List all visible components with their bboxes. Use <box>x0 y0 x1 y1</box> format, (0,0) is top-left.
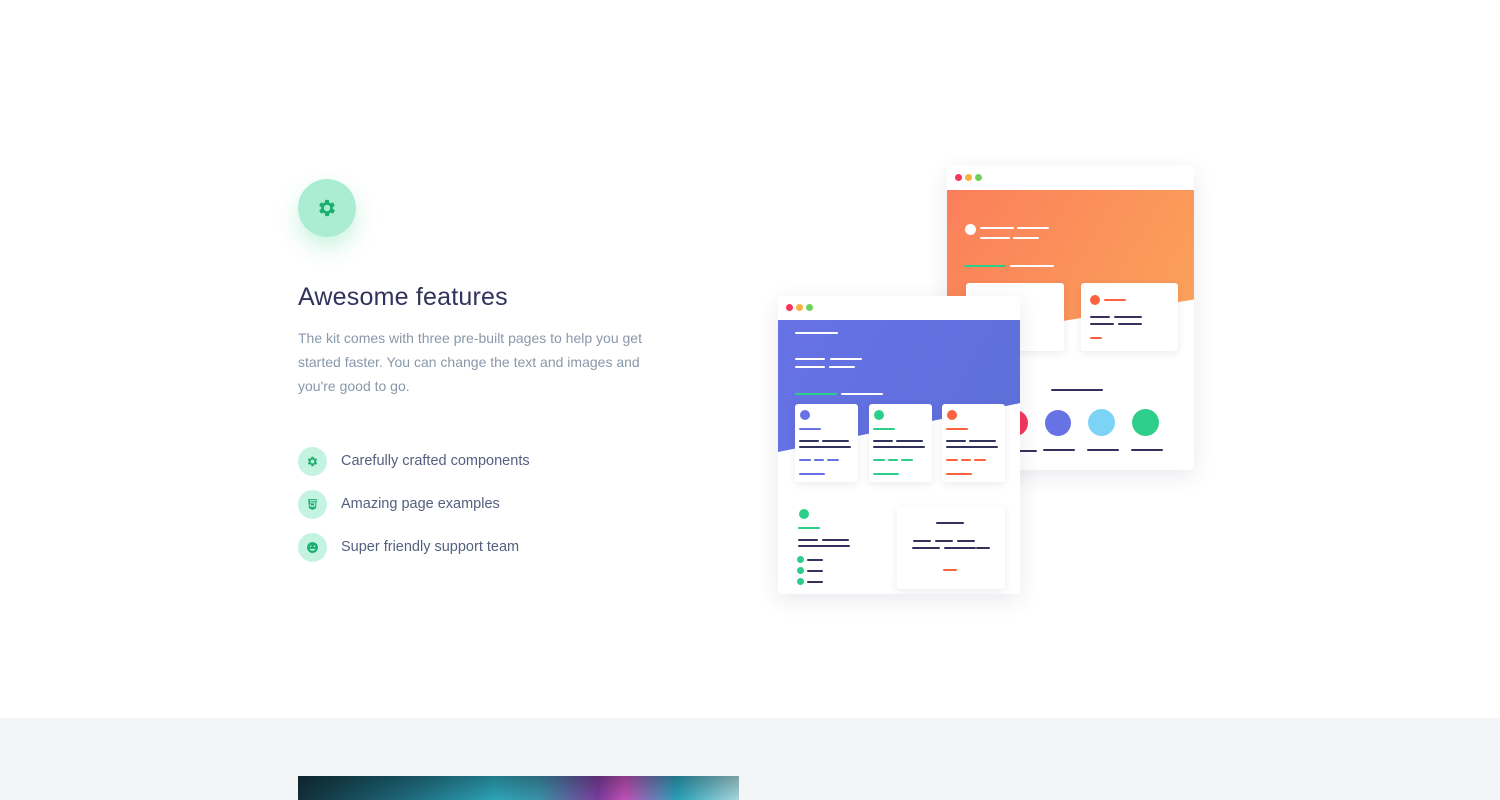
gear-icon <box>298 446 327 476</box>
section-image <box>298 776 739 800</box>
section-title: Awesome features <box>298 283 508 311</box>
next-section <box>0 718 1500 800</box>
list-item-label: Super friendly support team <box>341 539 520 555</box>
list-item: Carefully crafted components <box>298 446 530 476</box>
html5-icon <box>298 489 327 519</box>
browser-window-front <box>778 296 1020 594</box>
smile-icon <box>298 532 327 562</box>
list-item-label: Carefully crafted components <box>341 453 530 469</box>
window-dots <box>786 304 813 311</box>
section-description: The kit comes with three pre-built pages… <box>298 330 642 394</box>
feature-gear-icon <box>298 179 356 237</box>
page-examples-illustration <box>770 160 1210 610</box>
list-item: Amazing page examples <box>298 489 530 519</box>
list-item: Super friendly support team <box>298 532 530 562</box>
window-dots <box>955 174 982 181</box>
list-item-label: Amazing page examples <box>341 496 500 512</box>
features-section: Awesome features The kit comes with thre… <box>0 0 1500 718</box>
feature-list: Carefully crafted components Amazing pag… <box>298 446 530 575</box>
